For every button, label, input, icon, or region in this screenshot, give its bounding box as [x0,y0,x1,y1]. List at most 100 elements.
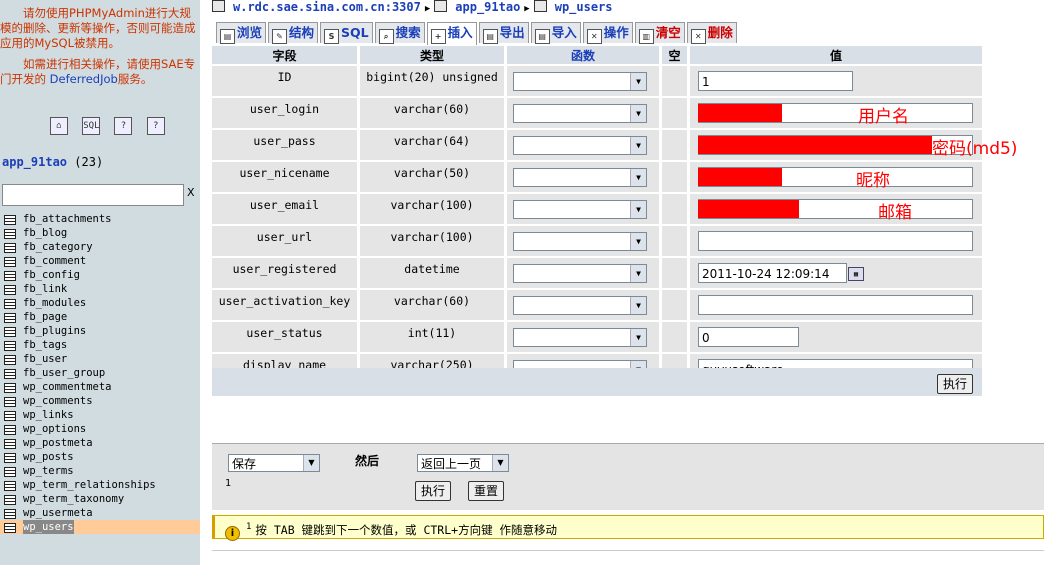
execute-button[interactable]: 执行 [936,374,973,394]
sidebar-table-wp_term_taxonomy[interactable]: wp_term_taxonomy [0,492,200,506]
table-name[interactable]: fb_link [23,282,67,296]
table-icon[interactable] [4,299,16,309]
function-select[interactable]: ▼ [513,71,647,91]
sidebar-table-fb_config[interactable]: fb_config [0,268,200,282]
table-icon[interactable] [4,523,16,533]
clear-filter-button[interactable]: X [187,186,195,199]
table-icon[interactable] [4,411,16,421]
sidebar-table-fb_user[interactable]: fb_user [0,352,200,366]
table-name[interactable]: wp_commentmeta [23,380,112,394]
table-name[interactable]: fb_user_group [23,366,105,380]
help-icon[interactable]: ? [114,117,133,135]
sidebar-table-wp_commentmeta[interactable]: wp_commentmeta [0,380,200,394]
table-icon[interactable] [4,341,16,351]
table-icon[interactable] [4,229,16,239]
table-filter-input[interactable] [2,184,184,206]
action-select[interactable]: 保存 ▼ [228,454,320,472]
table-name[interactable]: wp_comments [23,394,93,408]
function-select[interactable]: ▼ [513,231,647,251]
table-name[interactable]: fb_category [23,240,93,254]
home-icon[interactable]: ⌂ [50,117,68,135]
table-icon[interactable] [4,355,16,365]
tab-search[interactable]: ⌕ 搜索 [374,22,425,44]
table-name[interactable]: fb_blog [23,226,67,240]
table-name[interactable]: wp_postmeta [23,436,93,450]
value-input[interactable] [698,231,973,251]
table-icon[interactable] [4,271,16,281]
table-name[interactable]: wp_users [23,520,74,534]
deferredjob-link[interactable]: DeferredJob [50,72,118,86]
table-name[interactable]: wp_term_relationships [23,478,156,492]
execute-button-bottom[interactable]: 执行 [415,481,452,501]
sidebar-table-wp_terms[interactable]: wp_terms [0,464,200,478]
breadcrumb-server[interactable]: w.rdc.sae.sina.com.cn:3307 [233,0,421,14]
table-icon[interactable] [4,453,16,463]
table-name[interactable]: wp_term_taxonomy [23,492,124,506]
tab-empty[interactable]: ▥ 清空 [634,22,685,44]
sidebar-table-fb_attachments[interactable]: fb_attachments [0,212,200,226]
table-icon[interactable] [4,383,16,393]
sidebar-table-wp_postmeta[interactable]: wp_postmeta [0,436,200,450]
table-name[interactable]: fb_plugins [23,324,86,338]
breadcrumb-table[interactable]: wp_users [555,0,613,14]
table-icon[interactable] [4,509,16,519]
tab-import[interactable]: ▤ 导入 [530,22,581,44]
sidebar-table-fb_user_group[interactable]: fb_user_group [0,366,200,380]
sidebar-table-wp_options[interactable]: wp_options [0,422,200,436]
sidebar-table-fb_page[interactable]: fb_page [0,310,200,324]
value-input[interactable]: 0 [698,327,799,347]
table-name[interactable]: wp_terms [23,464,74,478]
sidebar-table-fb_plugins[interactable]: fb_plugins [0,324,200,338]
table-name[interactable]: fb_user [23,352,67,366]
table-icon[interactable] [4,327,16,337]
after-insert-select[interactable]: 返回上一页 ▼ [417,454,509,472]
sidebar-table-fb_tags[interactable]: fb_tags [0,338,200,352]
table-name[interactable]: wp_posts [23,450,74,464]
tab-structure[interactable]: ✎ 结构 [268,22,319,44]
value-input[interactable]: 2011-10-24 12:09:14 [698,263,847,283]
function-select[interactable]: ▼ [513,167,647,187]
docs-icon[interactable]: ? [146,117,165,135]
value-input[interactable]: 1 [698,71,853,91]
table-icon[interactable] [4,495,16,505]
sidebar-table-wp_usermeta[interactable]: wp_usermeta [0,506,200,520]
sidebar-table-fb_link[interactable]: fb_link [0,282,200,296]
function-select[interactable]: ▼ [513,103,647,123]
sidebar-table-wp_term_relationships[interactable]: wp_term_relationships [0,478,200,492]
breadcrumb-database[interactable]: app_91tao [455,0,520,14]
calendar-icon[interactable]: ▦ [848,267,864,281]
table-icon[interactable] [4,467,16,477]
table-icon[interactable] [4,481,16,491]
sidebar-table-wp_comments[interactable]: wp_comments [0,394,200,408]
table-icon[interactable] [4,313,16,323]
value-input[interactable] [698,295,973,315]
reset-button[interactable]: 重置 [468,481,505,501]
table-name[interactable]: wp_usermeta [23,506,93,520]
function-select[interactable]: ▼ [513,263,647,283]
table-name[interactable]: wp_options [23,422,86,436]
sidebar-table-wp_links[interactable]: wp_links [0,408,200,422]
table-icon[interactable] [4,285,16,295]
table-icon[interactable] [4,369,16,379]
table-icon[interactable] [4,425,16,435]
sidebar-table-fb_modules[interactable]: fb_modules [0,296,200,310]
tab-operations[interactable]: ✕ 操作 [582,22,633,44]
tab-insert[interactable]: + 插入 [426,22,477,45]
table-name[interactable]: fb_page [23,310,67,324]
tab-browse[interactable]: ▤ 浏览 [216,22,267,44]
function-select[interactable]: ▼ [513,135,647,155]
database-name[interactable]: app_91tao (23) [2,155,103,169]
table-icon[interactable] [4,243,16,253]
table-icon[interactable] [4,397,16,407]
table-icon[interactable] [4,257,16,267]
table-name[interactable]: fb_modules [23,296,86,310]
function-select[interactable]: ▼ [513,295,647,315]
tab-sql[interactable]: S SQL [320,22,373,44]
table-name[interactable]: fb_config [23,268,80,282]
tab-drop[interactable]: ✕ 删除 [686,22,737,44]
sidebar-table-wp_users[interactable]: wp_users [0,520,200,534]
table-name[interactable]: wp_links [23,408,74,422]
sql-query-icon[interactable]: SQL [82,117,101,135]
sidebar-table-fb_blog[interactable]: fb_blog [0,226,200,240]
table-name[interactable]: fb_tags [23,338,67,352]
